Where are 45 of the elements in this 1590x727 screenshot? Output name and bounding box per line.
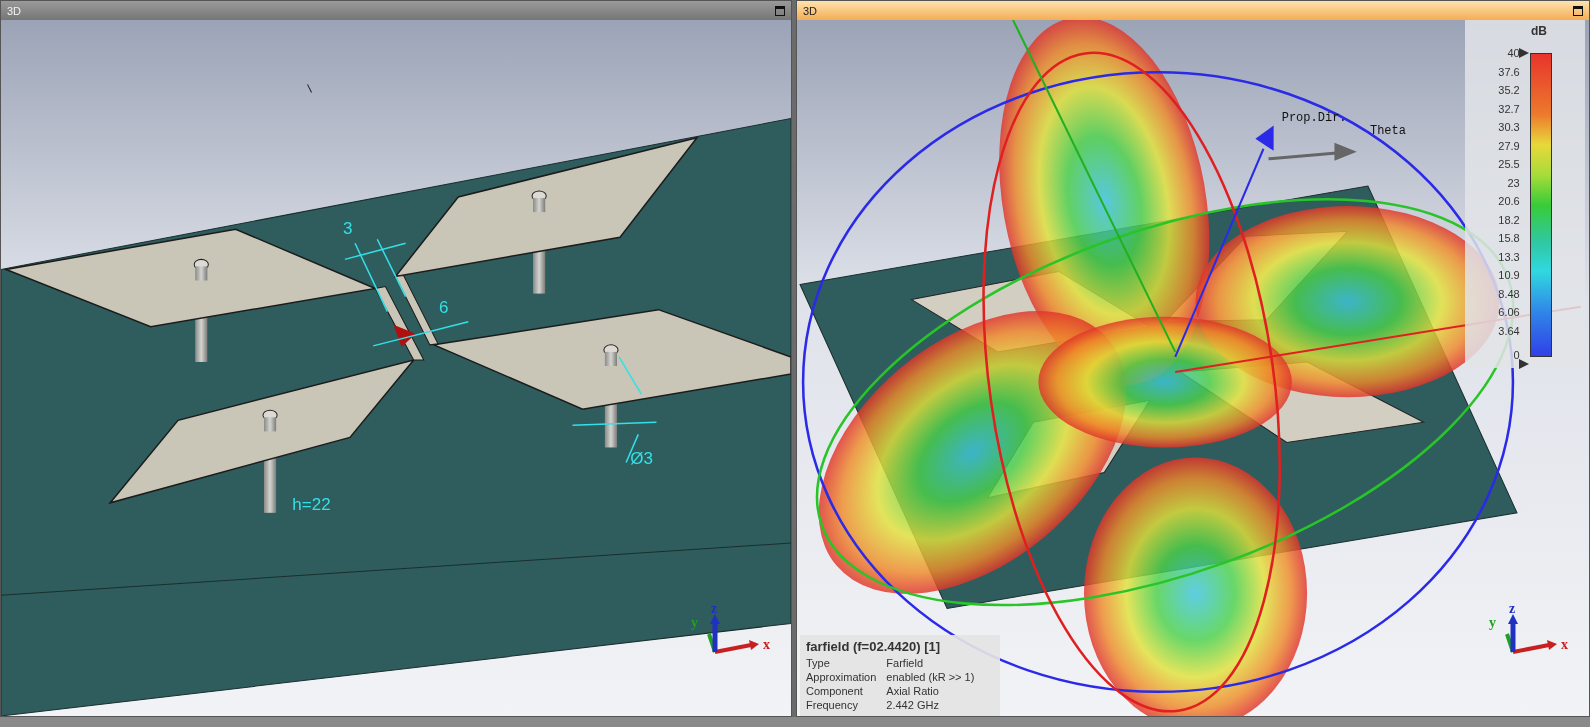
axis-label: z	[711, 602, 718, 616]
legend-tick-label: 8.48	[1498, 286, 1520, 302]
legend-tick-label: 25.5	[1498, 157, 1520, 172]
legend-tick-label: 13.3	[1498, 249, 1520, 265]
legend-tick-label: 15.8	[1498, 231, 1520, 246]
info-value: 2.442 GHz	[886, 698, 940, 712]
legend-tick-label: 10.9	[1498, 268, 1520, 283]
info-label: Frequency	[806, 698, 859, 712]
dimension-label: 6	[439, 297, 449, 318]
legend-tick-label: 35.2	[1498, 83, 1520, 98]
range-marker-icon[interactable]	[1518, 358, 1529, 369]
maximize-icon[interactable]	[775, 5, 785, 16]
axis-label: y	[1489, 616, 1496, 630]
dimension-label: h=22	[292, 494, 331, 515]
legend-tick-label: 3.64	[1498, 323, 1520, 339]
info-value: enabled (kR >> 1)	[886, 670, 976, 684]
legend-unit: dB	[1531, 24, 1547, 38]
legend-tick-label: 0	[1513, 348, 1520, 363]
info-title: farfield (f=02.4420) [1]	[806, 639, 942, 654]
dimension-label: Ø3	[630, 449, 653, 470]
dimension-label: 3	[342, 219, 353, 240]
legend-tick-label: 40	[1507, 46, 1520, 61]
range-marker-icon[interactable]	[1518, 48, 1529, 58]
legend-tick-label: 30.3	[1498, 120, 1520, 135]
axis-label: z	[1509, 602, 1516, 616]
legend-tick-label: 20.6	[1498, 194, 1520, 209]
maximize-icon[interactable]	[1573, 5, 1583, 16]
legend-tick-label: 32.7	[1498, 101, 1520, 117]
pane-title: 3D	[7, 4, 22, 17]
legend-tick-label: 27.9	[1498, 138, 1520, 154]
plot-annotation: Prop.Dir.	[1281, 110, 1347, 125]
info-value: Farfield	[886, 656, 924, 670]
legend-tick-label: 6.06	[1498, 305, 1520, 320]
legend-tick-label: 23	[1507, 175, 1520, 191]
legend-tick-label: 37.6	[1498, 64, 1520, 80]
info-label: Type	[806, 656, 831, 670]
info-label: Approximation	[806, 670, 877, 684]
axis-label: y	[691, 616, 698, 630]
info-value: Axial Ratio	[886, 684, 940, 698]
info-label: Component	[806, 684, 864, 698]
legend-tick-label: 18.2	[1498, 212, 1520, 228]
axis-label: x	[763, 638, 770, 652]
pane-title: 3D	[803, 4, 818, 17]
axis-label: x	[1561, 638, 1568, 652]
plot-annotation: Theta	[1369, 123, 1406, 138]
